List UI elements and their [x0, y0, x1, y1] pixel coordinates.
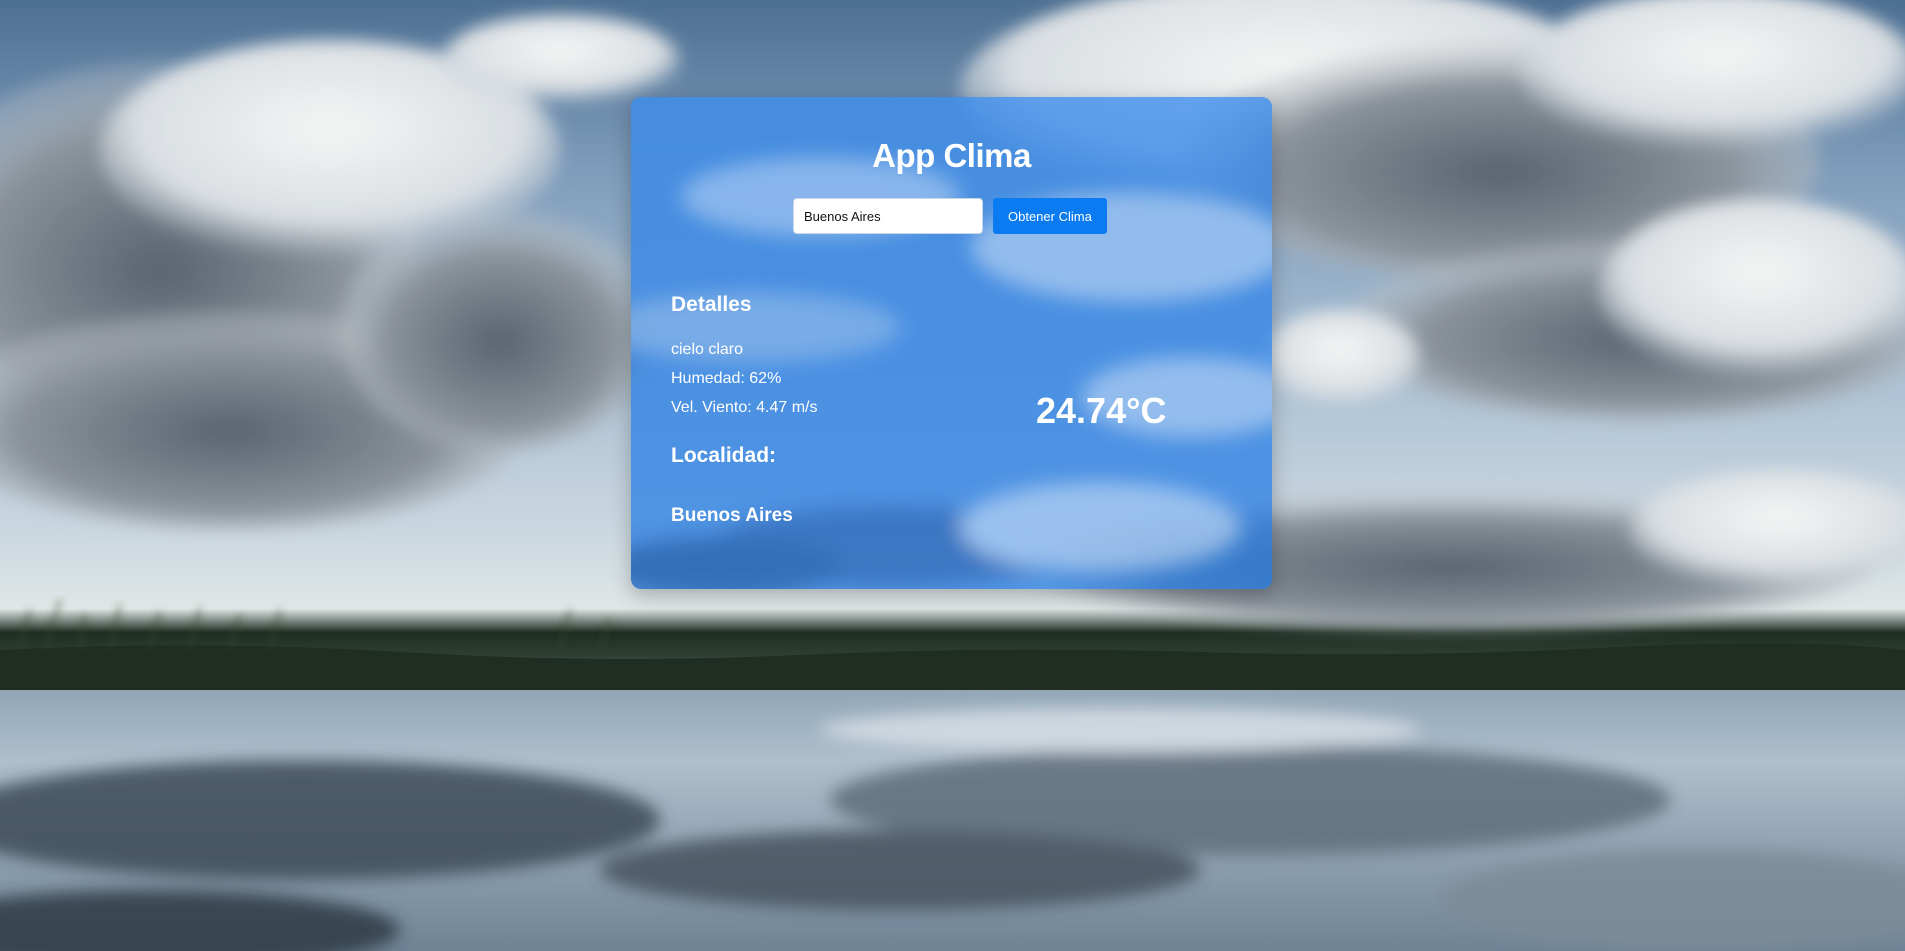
- weather-description: cielo claro: [671, 341, 744, 358]
- get-weather-button[interactable]: Obtener Clima: [993, 198, 1107, 234]
- background-landscape: App Clima Obtener Clima Detalles cielo c…: [0, 0, 1905, 951]
- temperature-value: 24.74°C: [1036, 390, 1167, 431]
- location-heading: Localidad:: [671, 444, 777, 467]
- humidity-text: Humedad: 62%: [671, 370, 782, 387]
- city-search-input[interactable]: [793, 198, 983, 234]
- weather-card: App Clima Obtener Clima Detalles cielo c…: [631, 97, 1272, 589]
- wind-speed-text: Vel. Viento: 4.47 m/s: [671, 399, 818, 416]
- details-heading: Detalles: [671, 293, 752, 316]
- search-form: Obtener Clima: [793, 198, 1107, 234]
- app-title: App Clima: [872, 137, 1031, 174]
- location-name: Buenos Aires: [671, 505, 793, 526]
